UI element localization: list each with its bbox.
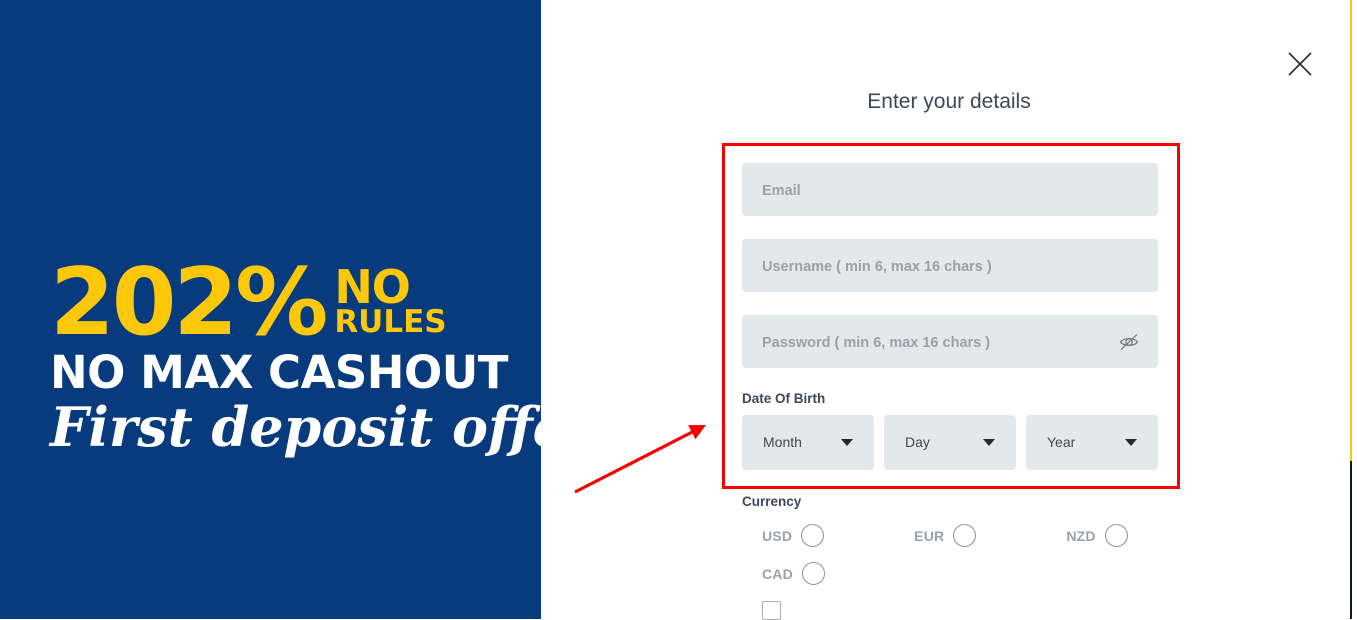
edge-rule-bottom (1350, 461, 1352, 619)
currency-option-nzd[interactable]: NZD (1066, 524, 1128, 547)
dob-day-value: Day (905, 434, 930, 450)
chevron-down-icon (983, 439, 995, 446)
currency-label-nzd: NZD (1066, 527, 1096, 544)
promo-percent-text: 202% (50, 248, 328, 356)
currency-label: Currency (742, 494, 802, 509)
edge-rule-top (1350, 0, 1352, 461)
promo-rules-text: RULES (334, 304, 447, 341)
eye-off-icon[interactable] (1118, 331, 1140, 353)
promo-no-rules-block: NO RULES (334, 260, 447, 341)
username-field-wrapper[interactable] (742, 239, 1158, 294)
promo-first-deposit-text: First deposit offer (50, 395, 541, 460)
terms-checkbox[interactable] (762, 601, 781, 620)
password-input[interactable] (760, 315, 1094, 370)
dob-month-value: Month (763, 434, 802, 450)
form-fields-container: Date Of Birth Month Day Year Currency US… (742, 163, 1158, 620)
email-input[interactable] (760, 163, 1094, 218)
password-field-wrapper[interactable] (742, 315, 1158, 370)
registration-form-panel: Enter your details Date Of Birth Month (541, 0, 1357, 620)
currency-option-eur[interactable]: EUR (914, 524, 977, 547)
currency-label-usd: USD (762, 527, 793, 544)
chevron-down-icon (841, 439, 853, 446)
currency-section: Currency USD EUR NZD CAD (742, 494, 1158, 620)
date-of-birth-label: Date Of Birth (742, 391, 826, 406)
currency-label-cad: CAD (762, 565, 793, 582)
radio-nzd[interactable] (1104, 524, 1128, 547)
dob-year-value: Year (1047, 434, 1076, 450)
radio-eur[interactable] (953, 524, 977, 547)
radio-cad[interactable] (801, 562, 825, 585)
date-of-birth-row: Month Day Year (742, 415, 1158, 470)
promo-banner: 202% NO RULES NO MAX CASHOUT First depos… (0, 0, 541, 619)
promo-no-text: NO (334, 260, 411, 314)
currency-option-usd[interactable]: USD (762, 524, 825, 547)
username-input[interactable] (760, 239, 1094, 294)
dob-year-select[interactable]: Year (1026, 415, 1158, 470)
promo-text-stack: 202% NO RULES NO MAX CASHOUT First depos… (50, 248, 541, 460)
promo-headline-row: 202% NO RULES (50, 248, 495, 356)
currency-label-eur: EUR (914, 527, 945, 544)
currency-row-1: USD EUR NZD (742, 524, 1158, 547)
currency-option-cad[interactable]: CAD (762, 562, 825, 585)
dob-day-select[interactable]: Day (884, 415, 1016, 470)
email-field-wrapper[interactable] (742, 163, 1158, 218)
close-icon[interactable] (1287, 51, 1313, 77)
page-title: Enter your details (867, 90, 1031, 113)
promo-cashout-text: NO MAX CASHOUT (50, 346, 508, 400)
radio-usd[interactable] (801, 524, 825, 547)
currency-row-2: CAD (742, 562, 1158, 585)
dob-month-select[interactable]: Month (742, 415, 874, 470)
chevron-down-icon (1125, 439, 1137, 446)
